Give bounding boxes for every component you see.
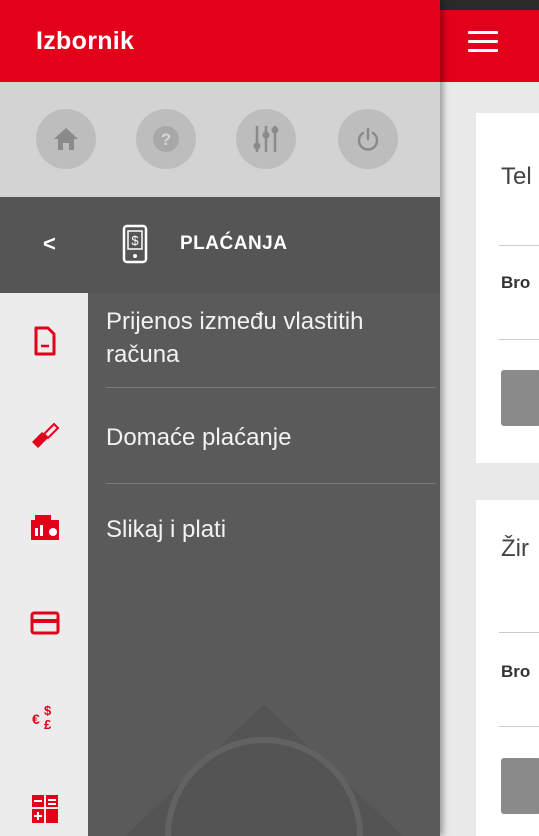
card-action-button[interactable] bbox=[501, 758, 539, 814]
document-icon[interactable] bbox=[29, 325, 61, 357]
hamburger-menu-icon[interactable] bbox=[468, 31, 498, 55]
category-rail: € $ £ bbox=[0, 293, 88, 836]
settings-button[interactable] bbox=[236, 109, 296, 169]
divider bbox=[106, 387, 436, 388]
settings-sliders-icon bbox=[253, 126, 279, 152]
menu-item-own-transfer[interactable]: Prijenos između vlastitih računa bbox=[106, 305, 436, 371]
divider bbox=[106, 483, 436, 484]
card-label: Bro bbox=[501, 662, 531, 681]
svg-text:$: $ bbox=[44, 703, 52, 718]
svg-text:$: $ bbox=[131, 233, 139, 248]
drawer-title: Izbornik bbox=[36, 27, 135, 55]
svg-text:€: € bbox=[32, 711, 40, 727]
card-icon[interactable] bbox=[29, 607, 61, 639]
svg-text:?: ? bbox=[161, 130, 171, 149]
camera-bill-icon[interactable] bbox=[29, 511, 61, 543]
payment-card: Žir Bro bbox=[476, 500, 539, 836]
card-label: Bro bbox=[501, 273, 531, 292]
section-header: < $ PLAĆANJA bbox=[0, 197, 440, 293]
divider bbox=[499, 632, 539, 633]
home-icon bbox=[54, 128, 78, 150]
background-decoration bbox=[88, 660, 440, 836]
divider bbox=[499, 245, 539, 246]
menu-item-scan-and-pay[interactable]: Slikaj i plati bbox=[106, 513, 226, 546]
payment-card: Tel Bro bbox=[476, 113, 539, 463]
currency-exchange-icon[interactable]: € $ £ bbox=[29, 701, 61, 733]
navigation-drawer: Izbornik ? < $ PLAĆANJA € $ £ Prijenos i… bbox=[0, 0, 440, 836]
transfer-icon[interactable] bbox=[29, 419, 61, 451]
card-action-button[interactable] bbox=[501, 370, 539, 426]
section-title: PLAĆANJA bbox=[180, 233, 288, 254]
card-title: Tel bbox=[501, 163, 532, 190]
help-icon: ? bbox=[153, 126, 179, 152]
back-chevron-icon[interactable]: < bbox=[43, 231, 56, 257]
calculator-icon[interactable] bbox=[29, 793, 61, 825]
divider bbox=[499, 726, 539, 727]
quick-actions-row: ? bbox=[0, 82, 440, 197]
mobile-payment-icon: $ bbox=[122, 224, 148, 269]
menu-item-domestic-payment[interactable]: Domaće plaćanje bbox=[106, 421, 291, 454]
svg-text:£: £ bbox=[44, 717, 52, 732]
power-icon bbox=[357, 127, 379, 151]
logout-button[interactable] bbox=[338, 109, 398, 169]
card-title: Žir bbox=[501, 535, 529, 562]
help-button[interactable]: ? bbox=[136, 109, 196, 169]
status-strip bbox=[440, 0, 539, 10]
divider bbox=[499, 339, 539, 340]
home-button[interactable] bbox=[36, 109, 96, 169]
drawer-header: Izbornik bbox=[0, 0, 440, 82]
